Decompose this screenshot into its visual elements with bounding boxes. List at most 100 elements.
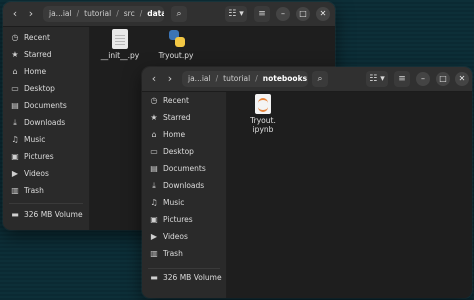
sidebar-item-trash[interactable]: ▥ Trash: [142, 245, 226, 262]
menu-icon: ≡: [258, 9, 266, 19]
sidebar-item-starred[interactable]: ★ Starred: [142, 109, 226, 126]
documents-icon: ▤: [11, 101, 19, 110]
sidebar-item-recent[interactable]: ◷ Recent: [142, 92, 226, 109]
sidebar-item-videos[interactable]: ▶ Videos: [142, 228, 226, 245]
menu-icon: ≡: [398, 74, 406, 84]
sidebar-item-volume[interactable]: ▬ 326 MB Volume: [142, 269, 226, 286]
search-icon: ⌕: [317, 74, 323, 84]
sidebar-divider: [9, 203, 83, 204]
file-name-line1: Tryout.: [250, 116, 276, 125]
back-button[interactable]: ‹: [147, 71, 161, 87]
sidebar-item-music[interactable]: ♫ Music: [142, 194, 226, 211]
documents-icon: ▤: [150, 164, 158, 173]
sidebar: ◷ Recent ★ Starred ⌂ Home ▭ Desktop ▤ Documen…: [142, 92, 227, 298]
view-options-button[interactable]: ☷ ▾: [225, 6, 247, 22]
path-bar[interactable]: ja...ial / tutorial / src / data: [43, 6, 164, 22]
sidebar-item-recent[interactable]: ◷ Recent: [3, 29, 89, 46]
search-icon: ⌕: [176, 9, 182, 19]
pictures-icon: ▣: [11, 152, 19, 161]
close-button[interactable]: ✕: [455, 72, 469, 86]
sidebar-item-pictures[interactable]: ▣ Pictures: [142, 211, 226, 228]
path-segment[interactable]: tutorial: [223, 74, 250, 83]
path-segment-current[interactable]: data: [147, 9, 164, 18]
minimize-icon: –: [421, 74, 425, 83]
file-item[interactable]: Tryout.py: [150, 29, 202, 60]
sidebar-item-documents[interactable]: ▤ Documents: [142, 160, 226, 177]
text-file-icon: [112, 29, 128, 49]
desktop-icon: ▭: [150, 147, 158, 156]
file-name: __init__.py: [100, 51, 140, 60]
home-icon: ⌂: [12, 67, 18, 76]
python-file-icon: [168, 29, 186, 49]
header-bar: ‹ › ja...ial / tutorial / notebooks ⌕ ☷ ▾ ≡ …: [142, 67, 472, 92]
close-icon: ✕: [458, 74, 466, 83]
maximize-button[interactable]: □: [436, 72, 450, 86]
sidebar-item-downloads[interactable]: ⤓ Downloads: [142, 177, 226, 194]
list-view-icon: ☷: [369, 74, 378, 84]
search-button[interactable]: ⌕: [171, 6, 187, 22]
download-icon: ⤓: [13, 118, 17, 127]
sidebar-item-home[interactable]: ⌂ Home: [3, 63, 89, 80]
file-name-line2: ipynb: [252, 125, 274, 134]
main-menu-button[interactable]: ≡: [394, 71, 410, 87]
sidebar-item-desktop[interactable]: ▭ Desktop: [142, 143, 226, 160]
pictures-icon: ▣: [150, 215, 158, 224]
close-button[interactable]: ✕: [316, 7, 330, 21]
clock-icon: ◷: [150, 96, 158, 105]
sidebar-item-documents[interactable]: ▤ Documents: [3, 97, 89, 114]
jupyter-notebook-icon: [255, 94, 271, 114]
download-icon: ⤓: [152, 181, 156, 190]
list-view-icon: ☷: [228, 9, 237, 19]
path-segment[interactable]: ja...ial: [49, 9, 72, 18]
header-bar: ‹ › ja...ial / tutorial / src / data ⌕ ☷ ▾ ≡ –…: [3, 2, 335, 27]
sidebar: ◷ Recent ★ Starred ⌂ Home ▭ Desktop ▤ Documen…: [3, 27, 90, 230]
maximize-icon: □: [299, 9, 307, 18]
forward-button[interactable]: ›: [163, 71, 177, 87]
sidebar-item-videos[interactable]: ▶ Videos: [3, 165, 89, 182]
drive-icon: ▬: [150, 273, 158, 282]
file-view[interactable]: Tryout. ipynb: [227, 92, 472, 298]
back-icon: ‹: [12, 7, 18, 20]
file-item[interactable]: Tryout. ipynb: [237, 94, 289, 134]
maximize-icon: □: [439, 74, 447, 83]
drive-icon: ▬: [11, 210, 19, 219]
file-item[interactable]: __init__.py: [94, 29, 146, 60]
star-icon: ★: [150, 113, 158, 122]
music-icon: ♫: [150, 198, 158, 207]
clock-icon: ◷: [11, 33, 19, 42]
files-window-notebooks[interactable]: ‹ › ja...ial / tutorial / notebooks ⌕ ☷ ▾ ≡ …: [142, 67, 472, 298]
minimize-icon: –: [281, 9, 285, 18]
star-icon: ★: [11, 50, 19, 59]
main-menu-button[interactable]: ≡: [254, 6, 270, 22]
minimize-button[interactable]: –: [276, 7, 290, 21]
videos-icon: ▶: [150, 232, 158, 241]
view-options-button[interactable]: ☷ ▾: [366, 71, 388, 87]
sidebar-item-volume[interactable]: ▬ 326 MB Volume: [3, 206, 89, 223]
path-segment[interactable]: ja...ial: [188, 74, 211, 83]
path-segment-current[interactable]: notebooks: [263, 74, 307, 83]
sidebar-item-pictures[interactable]: ▣ Pictures: [3, 148, 89, 165]
back-icon: ‹: [151, 72, 157, 85]
path-segment[interactable]: tutorial: [84, 9, 111, 18]
trash-icon: ▥: [11, 186, 19, 195]
path-bar[interactable]: ja...ial / tutorial / notebooks: [182, 71, 308, 87]
desktop-icon: ▭: [11, 84, 19, 93]
maximize-button[interactable]: □: [296, 7, 310, 21]
forward-button[interactable]: ›: [24, 6, 38, 22]
back-button[interactable]: ‹: [8, 6, 22, 22]
minimize-button[interactable]: –: [416, 72, 430, 86]
sidebar-item-music[interactable]: ♫ Music: [3, 131, 89, 148]
file-name: Tryout.py: [158, 51, 194, 60]
close-icon: ✕: [319, 9, 327, 18]
sidebar-item-desktop[interactable]: ▭ Desktop: [3, 80, 89, 97]
sidebar-item-starred[interactable]: ★ Starred: [3, 46, 89, 63]
videos-icon: ▶: [11, 169, 19, 178]
sidebar-item-home[interactable]: ⌂ Home: [142, 126, 226, 143]
path-segment[interactable]: src: [124, 9, 135, 18]
sidebar-item-trash[interactable]: ▥ Trash: [3, 182, 89, 199]
forward-icon: ›: [28, 7, 34, 20]
search-button[interactable]: ⌕: [312, 71, 328, 87]
forward-icon: ›: [167, 72, 173, 85]
sidebar-item-downloads[interactable]: ⤓ Downloads: [3, 114, 89, 131]
trash-icon: ▥: [150, 249, 158, 258]
